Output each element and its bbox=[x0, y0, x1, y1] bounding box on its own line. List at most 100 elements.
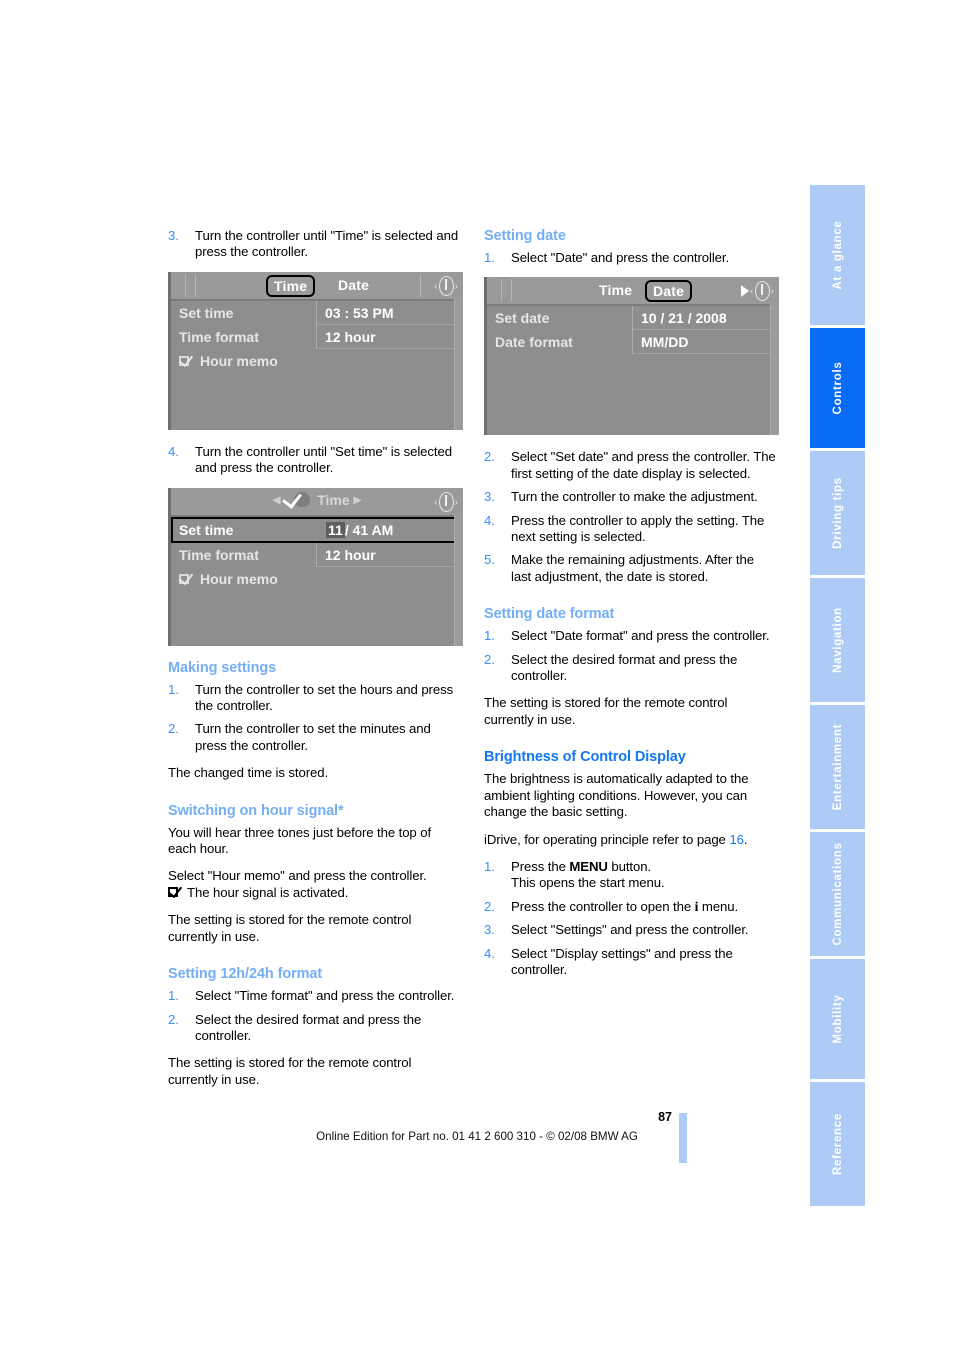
paragraph-brightness-intro: The brightness is automatically adapted … bbox=[484, 771, 749, 820]
idrive-row-date-format[interactable]: Date format MM/DD bbox=[487, 330, 779, 355]
step-list-making-settings: 1. Turn the controller to set the hours … bbox=[168, 682, 460, 755]
activated-text: The hour signal is activated. bbox=[187, 884, 349, 900]
idrive-tab-date[interactable]: Date bbox=[331, 275, 376, 295]
next-arrow-icon[interactable] bbox=[741, 285, 749, 298]
idrive-scroll-rail[interactable] bbox=[454, 298, 463, 430]
idrive-screenshot-date: Time Date ‹ › Set date 10 / 21 / 2008 Da… bbox=[484, 277, 779, 436]
info-arrows-icon: ‹ › bbox=[434, 491, 458, 512]
step-number: 2. bbox=[168, 1011, 179, 1027]
info-arrows-icon: ‹ › bbox=[750, 280, 774, 302]
info-bar bbox=[761, 284, 763, 296]
idrive-scroll-rail[interactable] bbox=[454, 514, 463, 646]
info-bar bbox=[445, 278, 447, 290]
step-text: Turn the controller to set the minutes a… bbox=[195, 721, 431, 753]
step-list-set-time-select: 4. Turn the controller until "Set time" … bbox=[168, 444, 460, 477]
idrive-row-value: 10 / 21 / 2008 bbox=[632, 306, 779, 331]
chapter-tab-controls[interactable]: Controls bbox=[810, 328, 865, 448]
list-item: 2. Select the desired format and press t… bbox=[168, 1012, 460, 1045]
idrive-row-value: 12 hour bbox=[316, 542, 463, 567]
idrive-row-set-time[interactable]: Set time 03 : 53 PM bbox=[171, 300, 463, 325]
idrive-tab-time-selected[interactable]: Time bbox=[266, 274, 316, 297]
step-number: 4. bbox=[168, 443, 179, 459]
chapter-tab-mobility[interactable]: Mobility bbox=[810, 959, 865, 1079]
idrive-row-hour-memo[interactable]: Hour memo bbox=[171, 567, 463, 591]
paragraph-hour-signal-select: Select "Hour memo" and press the control… bbox=[168, 868, 427, 884]
step-text-pre: Press the bbox=[511, 858, 570, 874]
idrive-row-time-format[interactable]: Time format 12 hour bbox=[171, 324, 463, 349]
list-item: 3. Select "Settings" and press the contr… bbox=[484, 922, 776, 938]
idrive-row-value: 12 hour bbox=[316, 324, 463, 349]
step-number: 1. bbox=[484, 858, 495, 874]
step-number: 3. bbox=[168, 228, 179, 243]
info-bar bbox=[445, 494, 447, 506]
chapter-tab-communications[interactable]: Communications bbox=[810, 832, 865, 956]
figure-id-watermark bbox=[770, 430, 775, 432]
page-link[interactable]: 16 bbox=[729, 832, 744, 847]
idrive-tab-time[interactable]: Time bbox=[592, 280, 639, 300]
chapter-tab-label: Driving tips bbox=[831, 477, 844, 549]
idrive-row-set-date[interactable]: Set date 10 / 21 / 2008 bbox=[487, 306, 779, 331]
chapter-tab-driving-tips[interactable]: Driving tips bbox=[810, 451, 865, 575]
idrive-row-time-format[interactable]: Time format 12 hour bbox=[171, 542, 463, 567]
paragraph-hour-signal-intro: You will hear three tones just before th… bbox=[168, 824, 432, 857]
chapter-tab-navigation[interactable]: Navigation bbox=[810, 578, 865, 702]
step-list-time-select: 3. Turn the controller until "Time" is s… bbox=[168, 228, 460, 261]
step-number: 1. bbox=[168, 681, 179, 697]
idrive-header-title: ◀ Time ▶ bbox=[171, 487, 463, 509]
paragraph-idrive-reference: iDrive, for operating principle refer to… bbox=[484, 832, 776, 848]
chevron-right-icon: › bbox=[454, 280, 458, 292]
idrive-row-value: 11/ 41 AM bbox=[318, 518, 461, 542]
left-text-column: 3. Turn the controller until "Time" is s… bbox=[167, 228, 463, 1099]
value-segment-selected[interactable]: 11 bbox=[326, 521, 345, 538]
idrive-row-label: Set time bbox=[179, 521, 234, 538]
chapter-tab-entertainment[interactable]: Entertainment bbox=[810, 705, 865, 829]
idrive-tab-label: Date bbox=[653, 283, 685, 300]
chapter-tab-reference[interactable]: Reference bbox=[810, 1082, 865, 1206]
idrive-row-label: Time format bbox=[179, 328, 259, 345]
step-text-post: button. bbox=[607, 858, 652, 874]
chevron-right-icon: › bbox=[454, 496, 458, 508]
idrive-tab-label: Time bbox=[274, 277, 308, 294]
list-item: 3. Turn the controller to make the adjus… bbox=[484, 489, 776, 505]
note-changed-time-stored: The changed time is stored. bbox=[168, 765, 329, 781]
idrive-row-label: Hour memo bbox=[200, 352, 278, 369]
chevron-right-icon[interactable]: ▶ bbox=[354, 495, 362, 506]
chapter-tab-label: Reference bbox=[831, 1113, 844, 1175]
idrive-scroll-rail[interactable] bbox=[770, 304, 779, 436]
step-text: Turn the controller until "Set time" is … bbox=[195, 443, 452, 476]
list-item: 2. Press the controller to open the i me… bbox=[484, 899, 776, 915]
step-number: 2. bbox=[484, 898, 495, 914]
idrive-row-list: Set date 10 / 21 / 2008 Date format MM/D… bbox=[487, 306, 779, 355]
list-item: 1. Press the MENU button. This opens the… bbox=[484, 859, 776, 892]
heading-setting-date: Setting date bbox=[484, 228, 566, 244]
idrive-row-set-time-selected[interactable]: Set time 11/ 41 AM bbox=[171, 516, 463, 543]
list-item: 1. Select "Date" and press the controlle… bbox=[484, 250, 776, 266]
step-text: Select "Date" and press the controller. bbox=[511, 250, 730, 265]
paragraph-hour-signal-stored: The setting is stored for the remote con… bbox=[168, 912, 412, 944]
step-text: Select "Time format" and press the contr… bbox=[195, 988, 455, 1004]
idrive-header-bar: Time Date ‹ › bbox=[171, 271, 463, 301]
heading-brightness-of-control-display: Brightness of Control Display bbox=[484, 749, 686, 766]
idrive-screenshot-set-time: ◀ Time ▶ ‹ › Set time 11 / 41 AM Time fo… bbox=[168, 487, 463, 646]
chapter-tab-label: Communications bbox=[831, 842, 844, 946]
idrive-tab-date-selected[interactable]: Date bbox=[645, 280, 693, 303]
checkbox-checked-icon bbox=[178, 351, 195, 367]
step-text-post: menu. bbox=[698, 898, 739, 914]
idrive-row-value: 03 : 53 PM bbox=[316, 300, 463, 325]
chapter-tab-rail: At a glance Controls Driving tips Naviga… bbox=[810, 185, 865, 1206]
idrive-row-label: Time format bbox=[179, 546, 259, 563]
step-list-setting-date-rest: 2. Select "Set date" and press the contr… bbox=[484, 449, 776, 585]
chevron-left-icon[interactable]: ◀ bbox=[273, 495, 281, 506]
list-item: 4. Turn the controller until "Set time" … bbox=[168, 444, 460, 477]
note-date-format-stored: The setting is stored for the remote con… bbox=[484, 695, 728, 727]
idrive-screenshot-time: Time Date ‹ › Set time 03 : 53 PM Time f… bbox=[168, 271, 463, 430]
step-text: Select the desired format and press the … bbox=[511, 651, 738, 684]
idrive-row-hour-memo[interactable]: Hour memo bbox=[171, 349, 463, 373]
step-number: 4. bbox=[484, 512, 495, 528]
chapter-tab-at-a-glance[interactable]: At a glance bbox=[810, 185, 865, 325]
value-segment-rest: / 41 AM bbox=[344, 521, 394, 538]
idrive-row-label: Set date bbox=[495, 310, 550, 327]
step-text: Make the remaining adjustments. After th… bbox=[511, 552, 754, 584]
